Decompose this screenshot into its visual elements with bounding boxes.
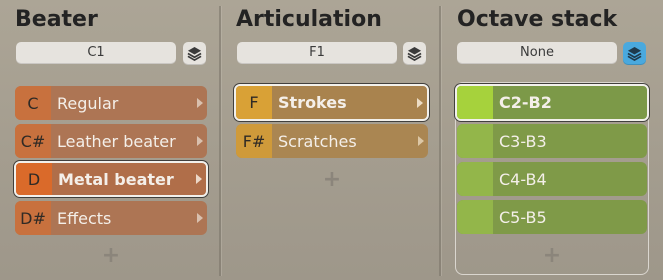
beater-item[interactable]: C Regular <box>15 86 207 120</box>
item-label: Metal beater <box>58 169 174 189</box>
chevron-right-icon <box>193 201 207 235</box>
note-label: C# <box>15 124 51 158</box>
octave-item-selected[interactable]: C2-B2 <box>455 84 649 121</box>
octave-color-swatch <box>457 86 493 119</box>
articulation-item[interactable]: F# Scratches <box>236 124 428 158</box>
note-label: C <box>15 86 51 120</box>
add-articulation-button[interactable]: + <box>322 167 342 192</box>
articulation-item-selected[interactable]: F Strokes <box>234 84 429 121</box>
item-label: Leather beater <box>57 131 176 151</box>
beater-item[interactable]: D# Effects <box>15 201 207 235</box>
octave-stack-button[interactable] <box>623 42 646 65</box>
beater-stack-button[interactable] <box>183 42 206 65</box>
note-label: D <box>16 163 52 195</box>
articulation-stack-button[interactable] <box>403 42 426 65</box>
beater-key-field[interactable]: C1 <box>16 42 176 64</box>
note-label: F <box>236 86 272 119</box>
layers-icon <box>187 46 202 61</box>
octave-color-swatch <box>457 200 493 234</box>
beater-title: Beater <box>15 7 98 32</box>
layers-icon <box>627 46 642 61</box>
item-label: Regular <box>57 93 119 113</box>
chevron-right-icon <box>193 124 207 158</box>
item-label: C4-B4 <box>499 169 547 189</box>
articulation-panel: Articulation F1 F Strokes F# Scratches + <box>221 0 439 280</box>
octave-color-swatch <box>457 124 493 158</box>
articulation-key-field[interactable]: F1 <box>237 42 397 64</box>
item-label: C3-B3 <box>499 131 547 151</box>
beater-panel: Beater C1 C Regular C# Leather beater D … <box>0 0 219 280</box>
octave-item[interactable]: C5-B5 <box>457 200 647 234</box>
octave-key-field[interactable]: None <box>457 42 617 64</box>
chevron-right-icon <box>414 124 428 158</box>
item-label: C5-B5 <box>499 207 547 227</box>
octave-color-swatch <box>457 162 493 196</box>
item-label: Strokes <box>278 93 347 112</box>
beater-item-selected[interactable]: D Metal beater <box>14 161 208 197</box>
octave-item[interactable]: C4-B4 <box>457 162 647 196</box>
octave-item[interactable]: C3-B3 <box>457 124 647 158</box>
note-label: D# <box>15 201 51 235</box>
chevron-right-icon <box>192 163 206 195</box>
item-label: Effects <box>57 208 112 228</box>
beater-item[interactable]: C# Leather beater <box>15 124 207 158</box>
note-label: F# <box>236 124 272 158</box>
add-beater-button[interactable]: + <box>101 243 121 268</box>
item-label: Scratches <box>278 131 357 151</box>
chevron-right-icon <box>413 86 427 119</box>
item-label: C2-B2 <box>499 93 552 112</box>
layers-icon <box>407 46 422 61</box>
octave-stack-title: Octave stack <box>457 7 618 32</box>
add-octave-button[interactable]: + <box>542 243 562 268</box>
chevron-right-icon <box>193 86 207 120</box>
articulation-title: Articulation <box>236 7 382 32</box>
